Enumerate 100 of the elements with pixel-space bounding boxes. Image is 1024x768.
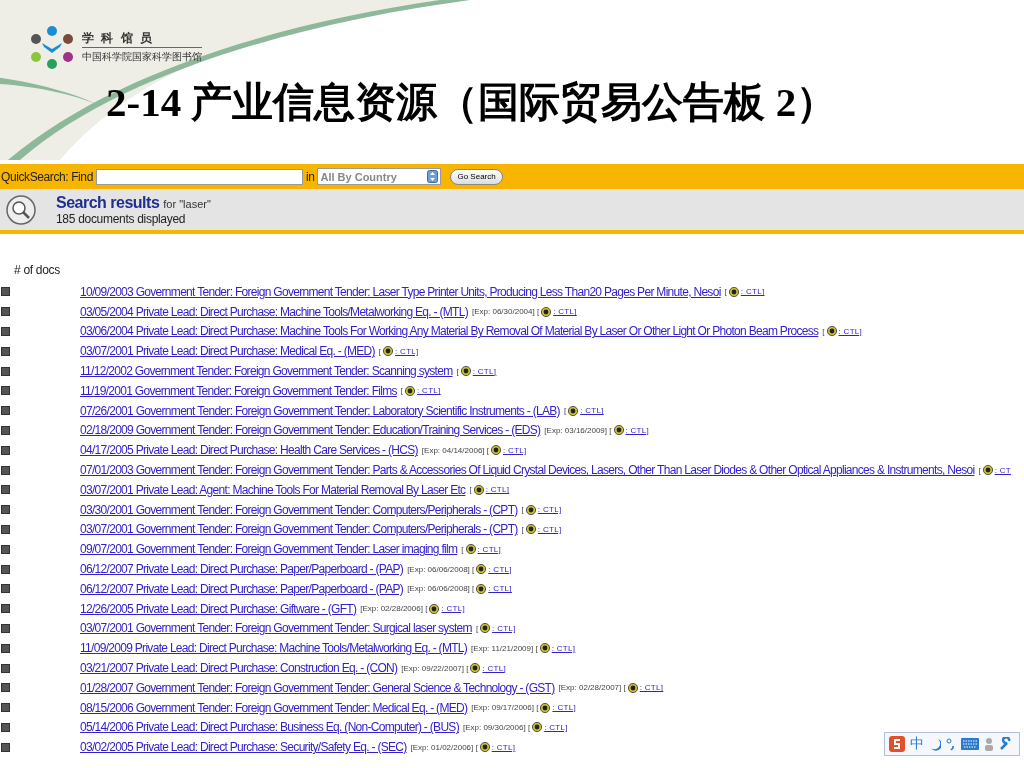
result-link[interactable]: 11/19/2001 Government Tender: Foreign Government Tender: Films [80, 383, 397, 398]
ctl-link[interactable]: : CTL] [838, 327, 863, 336]
dropdown-arrow-icon[interactable] [427, 170, 439, 183]
punctuation-icon[interactable] [946, 737, 956, 751]
ctl-link[interactable]: : CTL] [485, 485, 510, 495]
ctl-link[interactable]: : CTL] [580, 406, 604, 416]
logo-subtitle: 中国科学院国家科学图书馆 [82, 50, 202, 64]
ctl-link[interactable]: : CT [994, 465, 1011, 475]
help-icon[interactable] [525, 524, 536, 535]
help-icon[interactable] [728, 286, 739, 297]
help-icon[interactable] [826, 326, 837, 337]
ctl-link[interactable]: : CTL] [395, 346, 419, 356]
go-search-button[interactable]: Go Search [450, 168, 503, 185]
result-note: [ [456, 366, 459, 376]
ctl-link[interactable]: : CTL] [552, 703, 576, 713]
help-icon[interactable] [541, 306, 552, 317]
help-icon[interactable] [532, 722, 543, 733]
help-icon[interactable] [627, 682, 638, 693]
result-link[interactable]: 06/12/2007 Private Lead: Direct Purchase: Paper/Paperboard - (PAP) [80, 562, 404, 577]
result-link[interactable]: 03/07/2001 Government Tender: Foreign Government Tender: Surgical laser system [80, 621, 472, 636]
s-logo-icon[interactable] [889, 736, 905, 752]
bullet-icon [1, 287, 10, 297]
help-icon[interactable] [540, 702, 551, 713]
ctl-link[interactable]: : CTL] [477, 544, 502, 554]
result-link[interactable]: 03/21/2007 Private Lead: Direct Purchase: Construction Eq. - (CON) [80, 661, 398, 676]
result-note: [ [724, 287, 727, 297]
ctl-link[interactable]: : CTL] [537, 524, 562, 534]
input-mode-toggle[interactable]: 中 [910, 735, 924, 753]
help-icon[interactable] [539, 643, 550, 654]
ctl-link[interactable]: : CTL] [544, 722, 568, 732]
result-link[interactable]: 11/12/2002 Government Tender: Foreign Government Tender: Scanning system [80, 364, 453, 379]
result-link[interactable]: 07/26/2001 Government Tender: Foreign Government Tender: Laboratory Scientific Instruments - (LAB) [80, 403, 560, 418]
result-link[interactable]: 03/07/2001 Private Lead: Agent: Machine Tools For Material Removal By Laser Etc [80, 482, 466, 497]
ctl-link[interactable]: : CTL] [482, 663, 507, 673]
result-link[interactable]: 07/01/2003 Government Tender: Foreign Government Tender: Parts & Accessories Of Liquid Crystal Devices, Lasers, Other Than Laser Diodes & Other Optical Appliances & Instruments, Nesoi [80, 463, 975, 478]
result-link[interactable]: 06/12/2007 Private Lead: Direct Purchase: Paper/Paperboard - (PAP) [80, 581, 404, 596]
help-icon[interactable] [525, 504, 536, 515]
ctl-link[interactable]: : CTL] [503, 445, 527, 455]
ctl-link[interactable]: : CTL] [740, 287, 765, 297]
ctl-link[interactable]: : CTL] [551, 643, 576, 653]
ctl-link[interactable]: : CTL] [488, 564, 512, 574]
help-icon[interactable] [429, 603, 440, 614]
help-icon[interactable] [476, 583, 487, 594]
scope-dropdown[interactable]: All By Country [317, 168, 442, 185]
bullet-icon [1, 327, 10, 336]
help-icon[interactable] [476, 564, 487, 575]
result-note: [ [978, 465, 981, 475]
result-note: [ [822, 327, 825, 336]
help-icon[interactable] [480, 623, 491, 634]
help-icon[interactable] [491, 445, 501, 456]
help-icon[interactable] [479, 742, 490, 753]
result-link[interactable]: 12/26/2005 Private Lead: Direct Purchase: Giftware - (GFT) [80, 601, 357, 616]
result-link[interactable]: 03/05/2004 Private Lead: Direct Purchase: Machine Tools/Metalworking Eq. - (MTL) [80, 304, 468, 319]
bullet-icon [1, 386, 10, 396]
ctl-link[interactable]: : CTL] [625, 425, 650, 435]
result-note: [Exp: 06/30/2004] [ [472, 307, 540, 317]
help-icon[interactable] [460, 366, 471, 377]
result-link[interactable]: 10/09/2003 Government Tender: Foreign Government Tender: Laser Type Printer Units, Producing Less Than20 Pages Per Minute, Nesoi [80, 284, 721, 299]
result-link[interactable]: 02/18/2009 Government Tender: Foreign Government Tender: Education/Training Services - (EDS) [80, 423, 541, 438]
ctl-link[interactable]: : CTL] [537, 505, 562, 515]
help-icon[interactable] [405, 385, 416, 396]
search-icon [6, 194, 36, 225]
help-icon[interactable] [982, 465, 993, 476]
bullet-icon [1, 663, 10, 673]
result-note: [Exp: 04/14/2006] [ [421, 445, 489, 455]
column-header: # of docs [14, 263, 60, 277]
result-link[interactable]: 03/02/2005 Private Lead: Direct Purchase: Security/Safety Eq. - (SEC) [80, 740, 407, 755]
help-icon[interactable] [568, 405, 579, 416]
result-link[interactable]: 03/30/2001 Government Tender: Foreign Government Tender: Computers/Peripherals - (CPT) [80, 502, 518, 517]
result-note: [Exp: 06/06/2008] [ [407, 564, 475, 574]
search-field[interactable] [95, 168, 303, 185]
result-link[interactable]: 05/14/2006 Private Lead: Direct Purchase: Business Eq. (Non-Computer) - (BUS) [80, 720, 459, 735]
ctl-link[interactable]: : CTL] [488, 584, 512, 594]
result-link[interactable]: 03/07/2001 Private Lead: Direct Purchase: Medical Eq. - (MED) [80, 344, 375, 359]
wrench-icon[interactable] [999, 737, 1013, 751]
result-note: [Exp: 06/06/2008] [ [407, 584, 475, 594]
result-link[interactable]: 09/07/2001 Government Tender: Foreign Government Tender: Laser imaging film [80, 542, 458, 557]
help-icon[interactable] [383, 346, 394, 357]
result-link[interactable]: 08/15/2006 Government Tender: Foreign Government Tender: Medical Eq. - (MED) [80, 700, 468, 715]
result-link[interactable]: 11/09/2009 Private Lead: Direct Purchase: Machine Tools/Metalworking Eq. - (MTL) [80, 641, 468, 656]
ctl-link[interactable]: : CTL] [553, 307, 577, 317]
ctl-link[interactable]: : CTL] [417, 386, 441, 396]
result-link[interactable]: 03/06/2004 Private Lead: Direct Purchase: Machine Tools For Working Any Material By Removal Of Material By Laser Or Other Light Or Photon Beam Process [80, 324, 819, 339]
ctl-link[interactable]: : CTL] [492, 623, 516, 633]
help-icon[interactable] [465, 544, 476, 555]
result-link[interactable]: 04/17/2005 Private Lead: Direct Purchase: Health Care Services - (HCS) [80, 443, 418, 458]
ctl-link[interactable]: : CTL] [491, 742, 516, 752]
ctl-link[interactable]: : CTL] [441, 604, 465, 614]
bullet-icon [1, 445, 10, 455]
slide-title: 2-14 产业信息资源（国际贸易公告板 2） [106, 80, 839, 124]
result-link[interactable]: 03/07/2001 Government Tender: Foreign Government Tender: Computers/Peripherals - (CPT) [80, 522, 518, 537]
result-note: [Exp: 11/21/2009] [ [471, 643, 538, 653]
help-icon[interactable] [470, 663, 481, 674]
ctl-link[interactable]: : CTL] [639, 683, 664, 693]
bullet-icon [1, 623, 10, 633]
result-link[interactable]: 01/28/2007 Government Tender: Foreign Government Tender: General Science & Technology - (GST) [80, 680, 555, 695]
help-icon[interactable] [473, 484, 484, 495]
ctl-link[interactable]: : CTL] [472, 366, 497, 376]
help-icon[interactable] [613, 425, 624, 436]
bullet-icon [1, 564, 10, 574]
